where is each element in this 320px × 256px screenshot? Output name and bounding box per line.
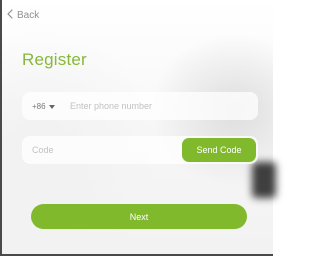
- country-code-selector[interactable]: +86: [22, 102, 70, 111]
- send-code-button[interactable]: Send Code: [182, 138, 256, 162]
- caret-down-icon: [48, 104, 55, 109]
- chevron-left-icon: [6, 8, 14, 22]
- back-button[interactable]: Back: [6, 6, 39, 24]
- page-title: Register: [22, 50, 87, 69]
- background-object: [252, 162, 276, 198]
- phone-field: +86: [22, 92, 258, 120]
- phone-input[interactable]: [70, 92, 258, 120]
- code-input[interactable]: [22, 136, 182, 164]
- back-label: Back: [17, 9, 40, 21]
- next-button[interactable]: Next: [31, 204, 247, 229]
- next-label: Next: [129, 211, 149, 222]
- send-code-label: Send Code: [196, 145, 242, 155]
- verification-code-field: Send Code: [22, 136, 258, 164]
- country-code: +86: [32, 101, 46, 111]
